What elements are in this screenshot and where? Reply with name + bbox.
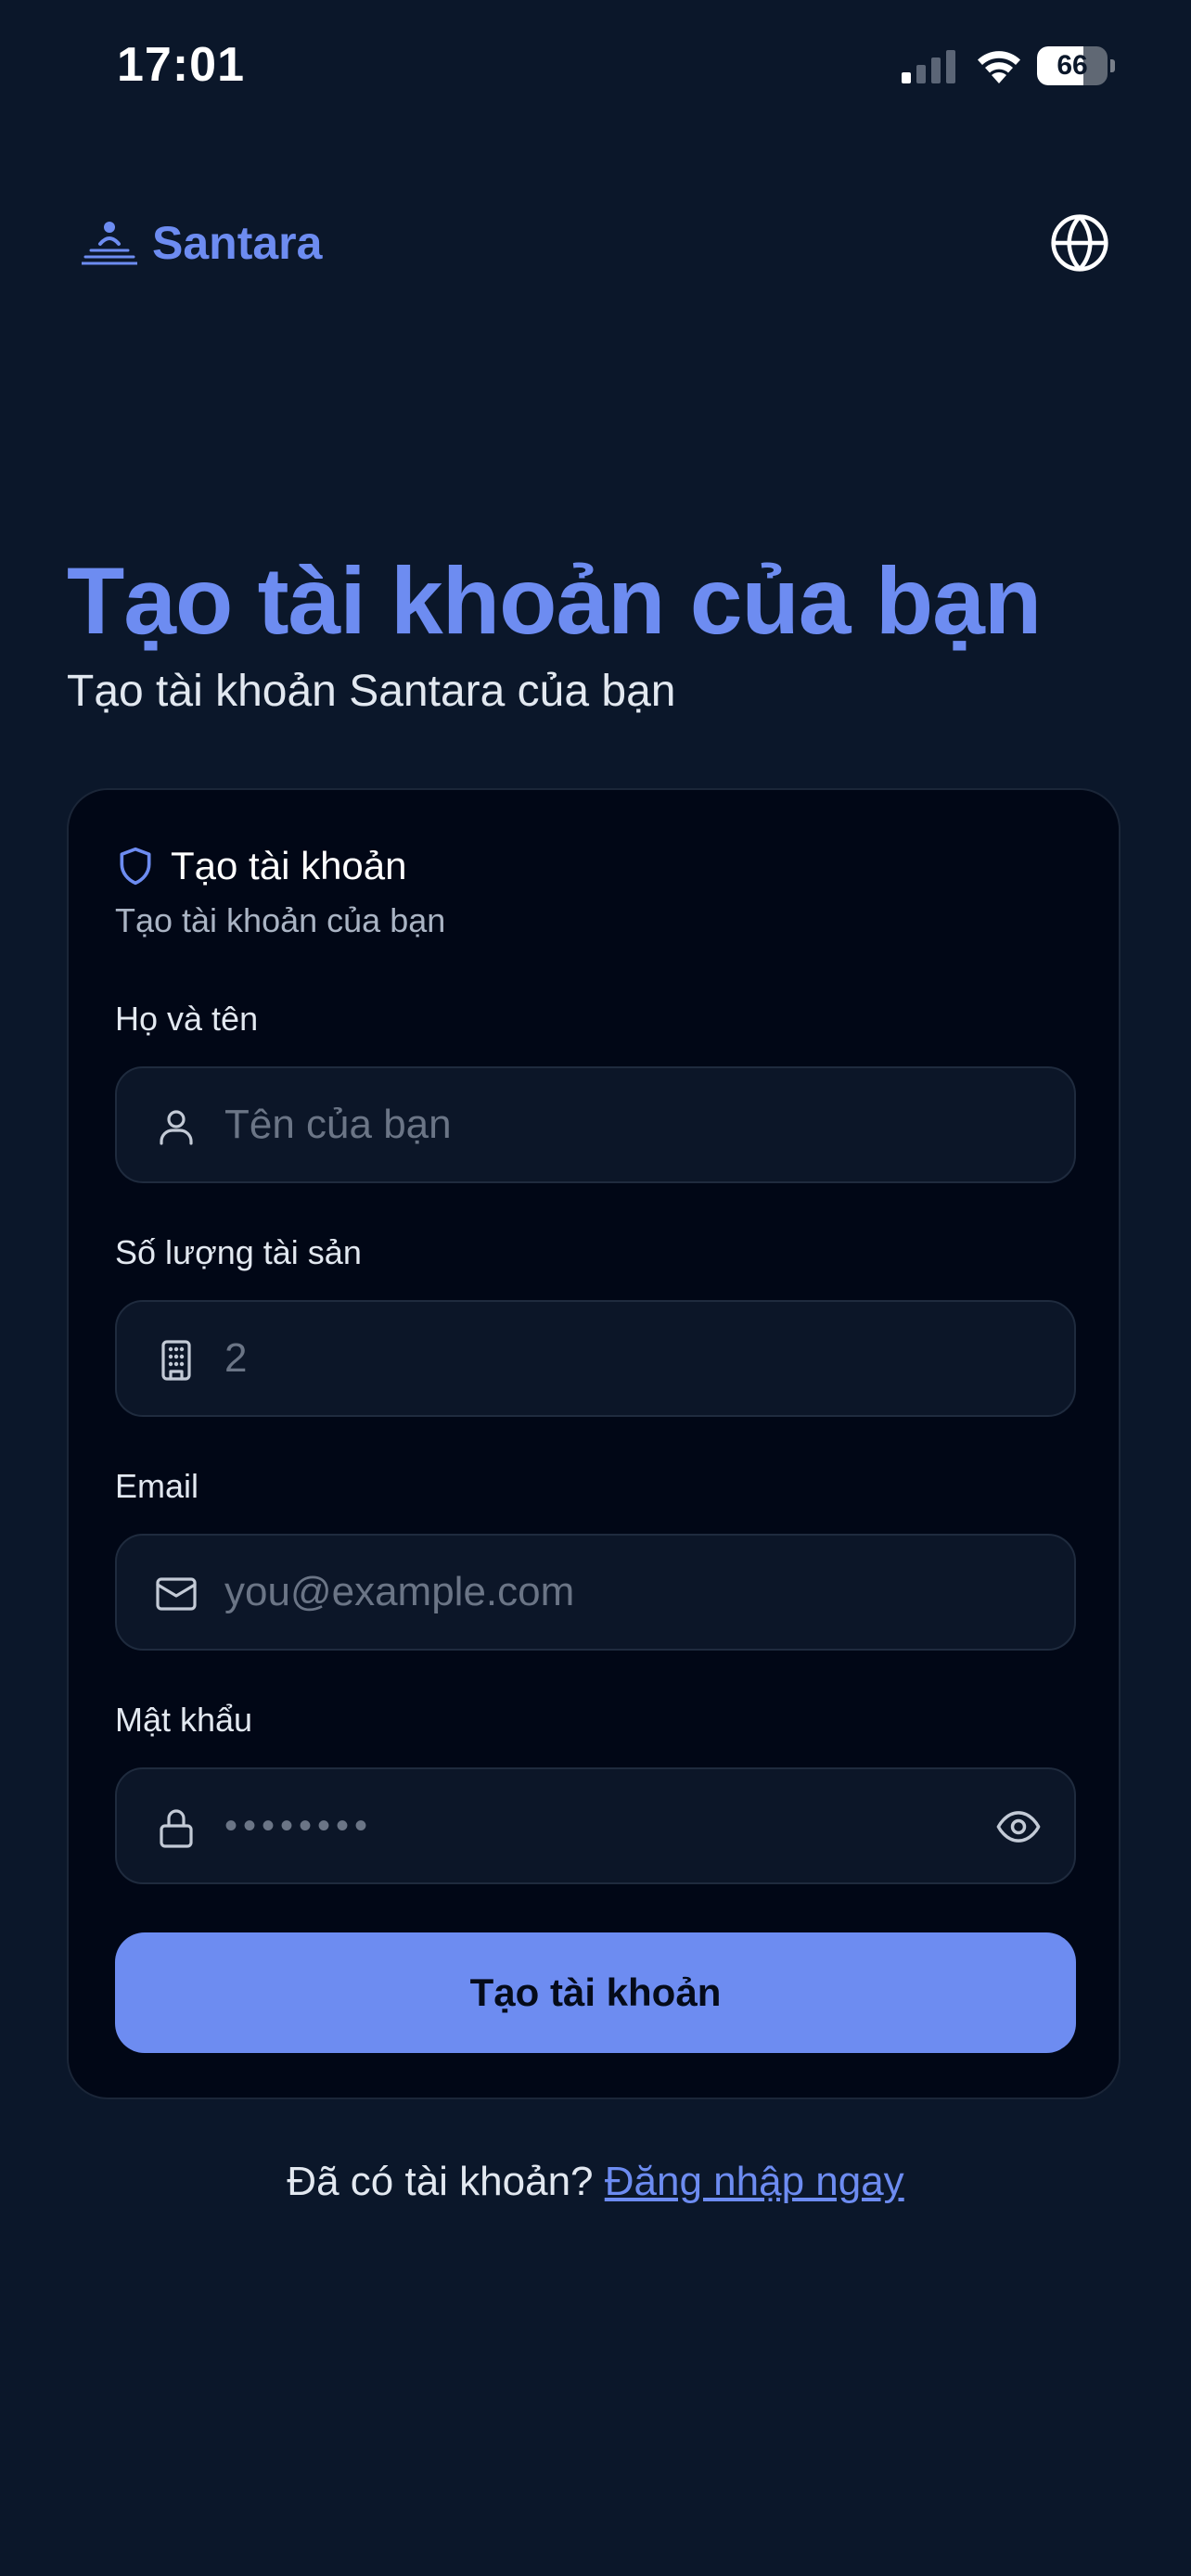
- signup-card: Tạo tài khoản Tạo tài khoản của bạn Họ v…: [67, 788, 1121, 2099]
- password-input[interactable]: ••••••••: [224, 1769, 373, 1882]
- wifi-icon: [978, 51, 1020, 83]
- property-count-input[interactable]: [224, 1302, 1022, 1415]
- user-icon: [160, 1110, 193, 1145]
- battery-indicator: 66: [1037, 46, 1115, 85]
- password-field[interactable]: ••••••••: [115, 1767, 1076, 1884]
- mail-icon: [156, 1577, 197, 1611]
- logo[interactable]: Santara: [82, 213, 322, 273]
- full-name-label: Họ và tên: [115, 1000, 259, 1038]
- full-name-input[interactable]: [224, 1068, 1022, 1181]
- shield-icon: [120, 847, 151, 886]
- page-subtitle: Tạo tài khoản Santara của bạn: [67, 667, 676, 716]
- card-subtitle: Tạo tài khoản của bạn: [115, 901, 446, 939]
- battery-level: 66: [1057, 50, 1088, 81]
- cellular-signal-icon: [902, 50, 955, 83]
- card-header: Tạo tài khoản: [115, 840, 407, 892]
- email-field[interactable]: [115, 1534, 1076, 1651]
- page-title: Tạo tài khoản của bạn: [67, 548, 1042, 654]
- status-time: 17:01: [117, 38, 245, 92]
- card-title: Tạo tài khoản: [171, 844, 407, 887]
- create-account-button[interactable]: Tạo tài khoản: [115, 1932, 1076, 2053]
- email-input[interactable]: [224, 1536, 1022, 1649]
- login-prompt: Đã có tài khoản? Đăng nhập ngay: [0, 2159, 1191, 2205]
- full-name-field[interactable]: [115, 1066, 1076, 1183]
- logo-text: Santara: [152, 217, 323, 269]
- person-stack-icon: [82, 222, 137, 265]
- login-prompt-text: Đã có tài khoản?: [287, 2159, 594, 2204]
- building-icon: [161, 1340, 191, 1381]
- email-label: Email: [115, 1467, 199, 1505]
- status-bar: 17:01 66: [0, 0, 1191, 139]
- login-link[interactable]: Đăng nhập ngay: [605, 2159, 904, 2204]
- lock-icon: [160, 1809, 193, 1848]
- language-button[interactable]: [1046, 210, 1113, 276]
- battery-cap: [1110, 59, 1115, 72]
- property-count-label: Số lượng tài sản: [115, 1233, 362, 1271]
- password-label: Mật khẩu: [115, 1701, 253, 1739]
- battery-body: 66: [1037, 46, 1108, 85]
- eye-icon[interactable]: [992, 1803, 1044, 1851]
- property-count-field[interactable]: [115, 1300, 1076, 1417]
- app-header: Santara: [0, 185, 1191, 297]
- globe-icon: [1051, 214, 1108, 272]
